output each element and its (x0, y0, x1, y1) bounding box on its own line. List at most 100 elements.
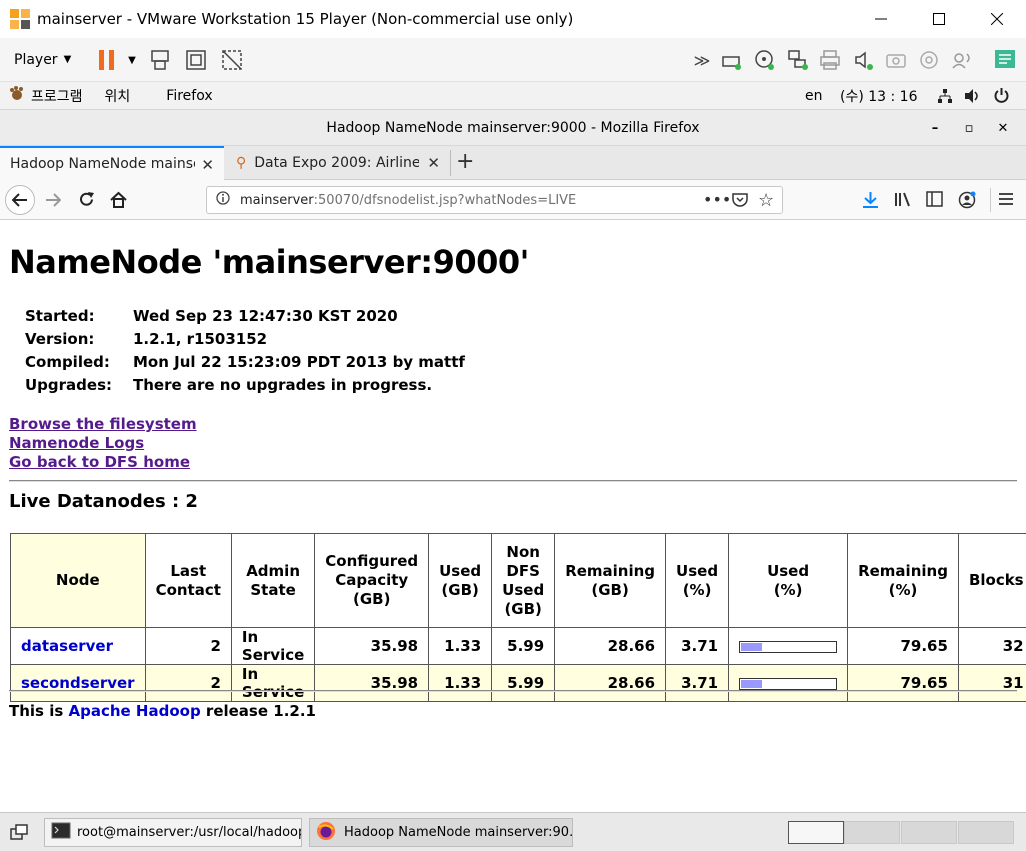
tab-strip: Hadoop NameNode mainserver:9000 ✕ ⚲ Data… (0, 146, 1026, 180)
arrow-left-icon (12, 193, 27, 207)
info-value: 1.2.1, r1503152 (133, 330, 268, 348)
workspace-1[interactable] (788, 821, 844, 844)
taskbar-firefox[interactable]: Hadoop NameNode mainserver:90… (309, 818, 573, 847)
col-admin-state[interactable]: Admin State (230, 533, 316, 628)
usb-button[interactable] (917, 48, 941, 72)
applications-menu[interactable]: 프로그램 (31, 86, 83, 106)
firefox-maximize-button[interactable]: ▫ (952, 121, 986, 136)
non-dfs-cell: 5.99 (491, 664, 556, 702)
tab-close-icon[interactable]: ✕ (427, 154, 440, 172)
network-icon (788, 50, 808, 70)
volume-icon[interactable] (964, 88, 982, 108)
col-used-gb[interactable]: Used (GB) (428, 533, 493, 628)
camera-button[interactable] (884, 48, 908, 72)
back-button[interactable] (5, 185, 35, 215)
remaining-cell: 28.66 (554, 627, 667, 665)
used-cell: 1.33 (428, 664, 493, 702)
account-button[interactable] (958, 191, 976, 213)
forward-button[interactable] (45, 193, 62, 211)
hard-disk-button[interactable] (720, 48, 744, 72)
blocks-cell: 32 (957, 627, 1026, 665)
menu-button[interactable] (999, 192, 1013, 210)
tab-data-expo[interactable]: ⚲ Data Expo 2009: Airline on-time data ✕ (226, 146, 450, 180)
minimize-button[interactable] (852, 0, 910, 38)
network-status-icon[interactable] (937, 88, 953, 108)
workspace-2[interactable] (844, 821, 900, 844)
info-icon[interactable] (216, 191, 230, 209)
home-button[interactable] (110, 191, 127, 212)
disc-icon (920, 51, 938, 69)
col-remaining-gb[interactable]: Remaining (GB) (554, 533, 667, 628)
workspace-4[interactable] (958, 821, 1014, 844)
col-used-bar[interactable]: Used (%) (728, 533, 849, 628)
chevron-down-icon: ▼ (63, 54, 72, 65)
power-icon[interactable] (993, 87, 1010, 108)
url-bar[interactable]: mainserver:50070/dfsnodelist.jsp?whatNod… (206, 186, 783, 214)
firefox-minimize-button[interactable]: – (918, 121, 952, 136)
datanodes-table: Node Last Contact Admin State Configured Ca… (10, 533, 1026, 702)
firefox-app-menu[interactable]: Firefox (166, 88, 212, 104)
admin-state-cell: In Service (230, 664, 316, 702)
info-value: Wed Sep 23 12:47:30 KST 2020 (133, 307, 398, 325)
network-adapter-button[interactable] (786, 48, 810, 72)
player-menu-button[interactable]: Player ▼ (14, 52, 71, 68)
maximize-button[interactable] (910, 0, 968, 38)
navigation-toolbar: mainserver:50070/dfsnodelist.jsp?whatNod… (0, 180, 1026, 220)
namenode-logs-link[interactable]: Namenode Logs (9, 434, 144, 452)
node-link-dataserver[interactable]: dataserver (21, 637, 113, 655)
printer-button[interactable] (818, 48, 842, 72)
reload-button[interactable] (78, 191, 95, 212)
sidebar-button[interactable] (926, 191, 943, 211)
more-devices-button[interactable]: ≫ (690, 48, 714, 72)
vmware-toolbar: Player ▼ ▼ ≫ (0, 38, 1026, 82)
apache-hadoop-link[interactable]: Apache Hadoop (69, 702, 201, 720)
used-bar-cell (728, 664, 849, 702)
col-last-contact[interactable]: Last Contact (144, 533, 232, 628)
page-actions-icon[interactable]: ••• (703, 190, 731, 209)
close-button[interactable] (968, 0, 1026, 38)
firefox-title-bar: Hadoop NameNode mainserver:9000 - Mozill… (0, 110, 1026, 146)
show-desktop-button[interactable] (10, 824, 28, 844)
col-non-dfs-used[interactable]: Non DFS Used (GB) (491, 533, 556, 628)
guest-top-panel: 프로그램 위치 Firefox en (수) 13 : 16 (0, 82, 1026, 110)
workspace-3[interactable] (901, 821, 957, 844)
sound-card-button[interactable] (852, 48, 876, 72)
vmware-window-title: mainserver - VMware Workstation 15 Playe… (37, 10, 574, 28)
node-cell: secondserver (10, 664, 146, 702)
pause-dropdown-button[interactable]: ▼ (120, 48, 144, 72)
firefox-close-button[interactable]: ✕ (986, 121, 1020, 136)
toolbar-separator (990, 188, 991, 212)
tab-close-icon[interactable]: ✕ (201, 156, 214, 174)
col-configured-capacity[interactable]: Configured Capacity (GB) (314, 533, 430, 628)
new-tab-button[interactable]: + (456, 149, 474, 174)
tab-hadoop-namenode[interactable]: Hadoop NameNode mainserver:9000 ✕ (0, 146, 224, 180)
sidebar-icon (926, 191, 943, 207)
keyboard-language[interactable]: en (805, 88, 823, 104)
pocket-icon[interactable] (732, 192, 748, 212)
library-button[interactable] (894, 191, 912, 212)
col-remaining-percent[interactable]: Remaining (%) (847, 533, 959, 628)
full-screen-button[interactable] (184, 48, 208, 72)
remaining-cell: 28.66 (554, 664, 667, 702)
guest-taskbar: root@mainserver:/usr/local/hadoop… Hadoo… (0, 812, 1026, 851)
unity-button[interactable] (220, 48, 244, 72)
table-header-row: Node Last Contact Admin State Configured Ca… (10, 533, 1026, 628)
taskbar-terminal[interactable]: root@mainserver:/usr/local/hadoop… (44, 818, 302, 847)
cd-dvd-button[interactable] (753, 48, 777, 72)
terminal-icon (51, 822, 71, 843)
message-log-button[interactable] (993, 48, 1017, 72)
chevron-down-icon: ▼ (128, 54, 136, 66)
pause-button[interactable] (95, 48, 119, 72)
places-menu[interactable]: 위치 (105, 86, 131, 106)
dfs-home-link[interactable]: Go back to DFS home (9, 453, 190, 471)
col-blocks[interactable]: Blocks (957, 533, 1026, 628)
col-node[interactable]: Node (10, 533, 146, 628)
remote-display-button[interactable] (950, 48, 974, 72)
downloads-button[interactable] (862, 191, 879, 213)
browse-filesystem-link[interactable]: Browse the filesystem (9, 415, 197, 433)
col-used-percent[interactable]: Used (%) (665, 533, 730, 628)
panel-clock[interactable]: (수) 13 : 16 (840, 86, 918, 106)
bookmark-star-icon[interactable]: ☆ (758, 190, 774, 211)
info-row-started: Started: Wed Sep 23 12:47:30 KST 2020 (25, 305, 465, 328)
send-ctrl-alt-del-button[interactable] (148, 48, 172, 72)
